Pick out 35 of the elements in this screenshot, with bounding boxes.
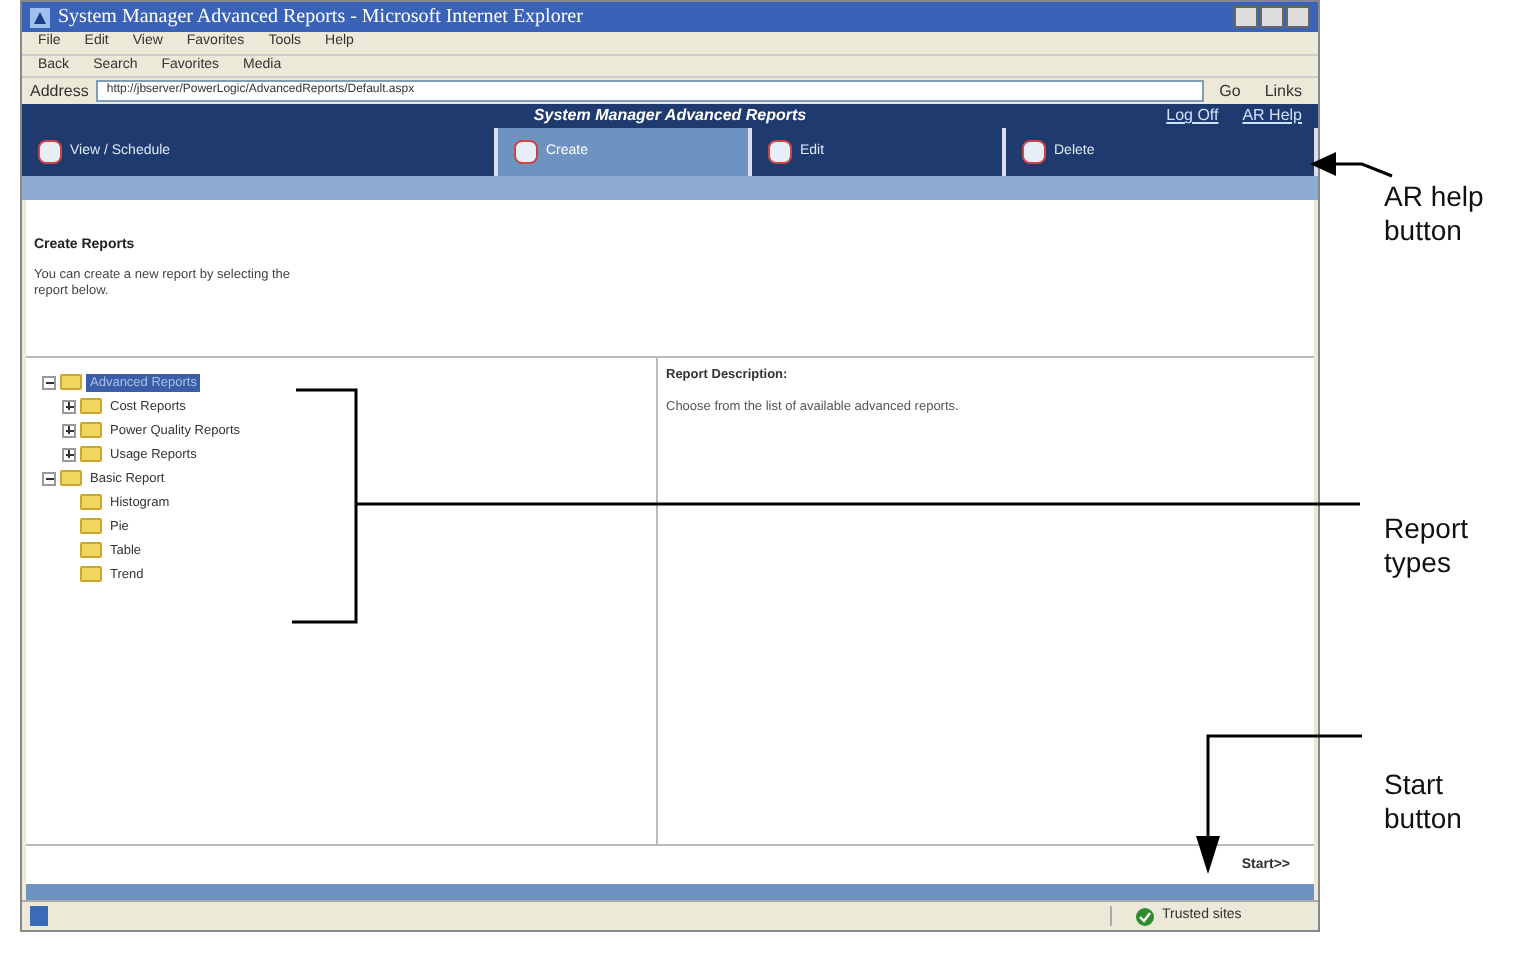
collapse-icon[interactable]: [42, 375, 56, 390]
callout-label: AR help button: [1384, 180, 1486, 248]
header-link[interactable]: AR Help: [1242, 104, 1303, 128]
links-button[interactable]: Links: [1256, 79, 1310, 104]
expand-icon[interactable]: [62, 447, 76, 462]
folder-icon: [80, 518, 102, 535]
go-button[interactable]: Go: [1211, 79, 1249, 104]
folder-icon: [80, 398, 102, 415]
folder-icon: [80, 422, 102, 439]
expand-icon[interactable]: [62, 423, 76, 438]
callout-label: Start button: [1384, 768, 1464, 836]
report-icon: [38, 140, 62, 165]
app-title: System Manager Advanced Reports: [533, 104, 807, 128]
folder-icon: [80, 542, 102, 559]
maximize-button[interactable]: [1260, 6, 1284, 28]
folder-icon: [60, 374, 82, 391]
report-icon: [1022, 140, 1046, 165]
close-button[interactable]: [1286, 6, 1310, 28]
folder-icon: [60, 470, 82, 487]
address-label: Address: [30, 79, 89, 104]
folder-icon: [80, 494, 102, 511]
check-icon: [1136, 907, 1154, 926]
report-icon: [768, 140, 792, 165]
help-callout-arrow: [1310, 152, 1393, 178]
callout-label: Report types: [1384, 512, 1471, 580]
folder-icon: [80, 566, 102, 583]
browser-icon: [30, 7, 50, 27]
collapse-icon[interactable]: [42, 471, 56, 486]
expand-icon[interactable]: [62, 399, 76, 414]
header-link[interactable]: Log Off: [1166, 104, 1219, 128]
folder-icon: [80, 446, 102, 463]
report-icon: [514, 140, 538, 165]
window-title: System Manager Advanced Reports - Microsoft Internet Explorer: [58, 4, 585, 32]
page-icon: [30, 906, 48, 927]
minimize-button[interactable]: [1234, 6, 1258, 28]
